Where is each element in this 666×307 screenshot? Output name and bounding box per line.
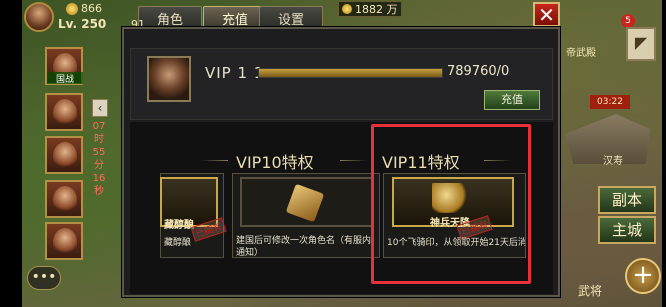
timer-seconds: 16 [92,173,106,184]
collapse-arrow-icon[interactable]: ‹ [92,99,108,117]
countdown-timer: 07 时 55 分 16 秒 [92,120,106,198]
sidebar-item-5[interactable] [45,222,83,260]
privilege-description: 藏醇酿 [164,238,192,248]
vip-level-title: VIP 1 1 [205,64,265,82]
letterbox-right [662,0,666,307]
vip-progress-fill [259,69,442,77]
timer-hours-unit: 时 [94,134,104,145]
vip-avatar [147,56,191,102]
player-avatar[interactable] [24,2,54,32]
timer-hours: 07 [92,121,106,132]
title-divider [200,160,228,161]
notification-badge: 5 [621,14,635,28]
sidebar-item-3[interactable] [45,136,83,174]
timer-minutes-unit: 分 [94,160,104,171]
vip-progress-bar [258,68,443,78]
coin-icon [342,4,352,14]
resource-counter: 1882 万 [338,1,402,17]
sidebar-item-4[interactable] [45,180,83,218]
gold-value: 866 [81,2,102,15]
back-arrow-icon[interactable]: ◤ [626,27,656,61]
player-level: Lv. 250 [58,17,107,31]
sidebar-item-2[interactable] [45,93,83,131]
gold-coin-icon [66,2,78,15]
building-label: 帝武殿 [566,48,596,59]
vip10-privilege-description: 建国后可修改一次角色名（有服内通知） [236,236,372,258]
timer-minutes: 55 [92,147,106,158]
close-button[interactable]: ✕ [533,2,560,27]
item-name: 藏醇酿 [164,220,194,231]
resource-value: 1882 万 [355,3,398,16]
title-divider [340,160,368,161]
plus-icon[interactable]: + [625,258,661,294]
letterbox-left [0,0,22,307]
vip-progress-text: 789760/0 [447,64,510,79]
gold-counter: 866 [66,2,102,15]
city-label: 汉寿 [603,156,623,167]
selection-highlight [371,124,531,284]
main-city-button[interactable]: 主城 [598,216,656,244]
vip10-privilege-title: VIP10特权 [236,153,314,172]
time-badge: 03:22 [590,95,630,109]
chat-bubble-icon[interactable]: ••• [27,266,61,290]
timer-seconds-unit: 秒 [94,186,104,197]
sidebar-tag: 国战 [47,72,83,85]
generals-button[interactable]: 武将 [578,282,602,299]
recharge-button[interactable]: 充值 [484,90,540,110]
dungeon-button[interactable]: 副本 [598,186,656,214]
